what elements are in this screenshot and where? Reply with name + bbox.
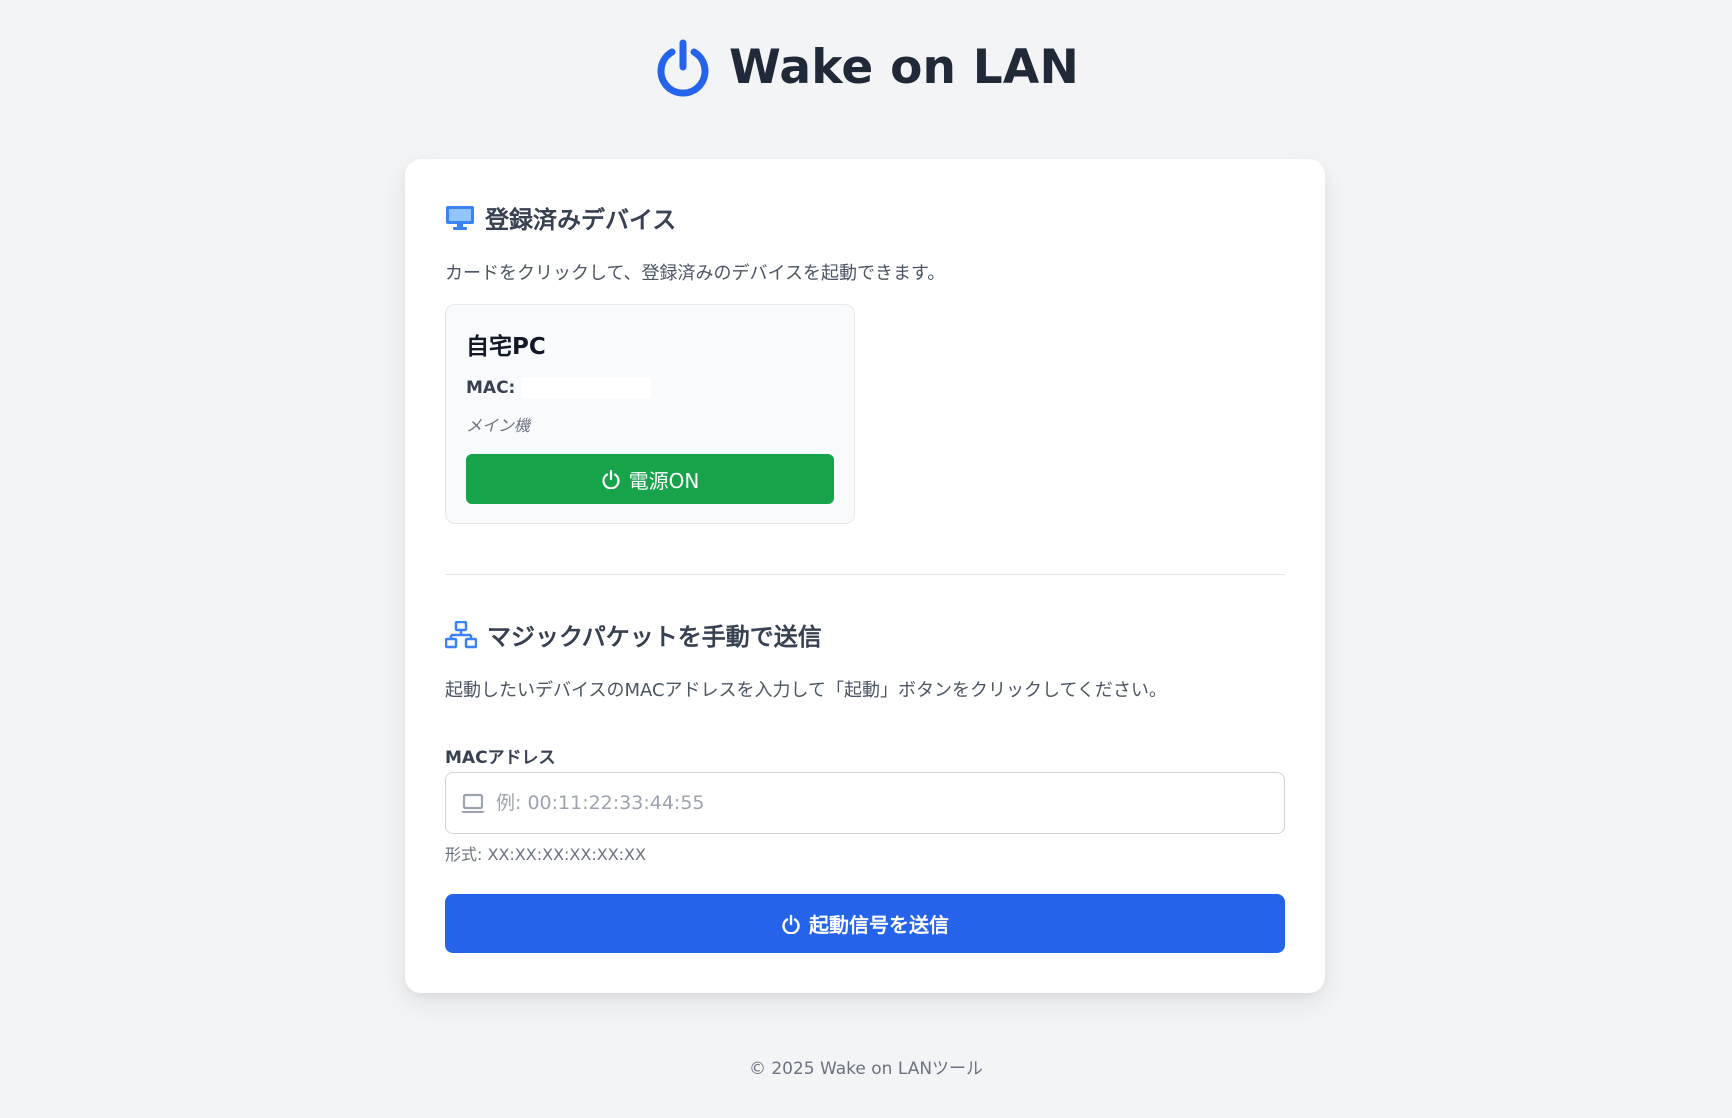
mac-input-wrapper [445,772,1285,834]
device-mac-value [521,377,652,399]
power-on-label: 電源ON [628,468,700,493]
network-icon [445,620,477,648]
device-card[interactable]: 自宅PC MAC: メイン機 電源ON [445,304,855,524]
manual-section-title: マジックパケットを手動で送信 [445,617,822,652]
power-icon [657,39,709,97]
power-icon [602,469,620,489]
mac-address-input[interactable] [446,773,1284,833]
footer: © 2025 Wake on LANツール [748,1059,984,1079]
device-mac-row: MAC: [466,377,652,399]
app-header: Wake on LAN [0,32,1732,102]
registered-section-title: 登録済みデバイス [445,200,676,235]
power-icon [782,914,800,934]
manual-description: 起動したいデバイスのMACアドレスを入力して「起動」ボタンをクリックしてください… [445,680,1167,701]
device-note: メイン機 [466,416,531,435]
app-title: Wake on LAN [728,39,1080,95]
registered-title-text: 登録済みデバイス [485,206,677,234]
send-wake-signal-label: 起動信号を送信 [809,913,949,937]
main-card: 登録済みデバイス カードをクリックして、登録済みのデバイスを起動できます。 自宅… [405,159,1325,993]
registered-description: カードをクリックして、登録済みのデバイスを起動できます。 [445,263,946,284]
device-name: 自宅PC [466,334,546,360]
monitor-icon [446,205,474,230]
manual-title-text: マジックパケットを手動で送信 [487,623,822,651]
power-on-button[interactable]: 電源ON [466,454,834,504]
send-wake-signal-button[interactable]: 起動信号を送信 [445,894,1285,953]
section-divider [445,574,1285,575]
laptop-icon [461,793,485,813]
mac-format-hint: 形式: XX:XX:XX:XX:XX:XX [445,845,646,864]
device-mac-label: MAC: [466,378,516,398]
mac-address-label: MACアドレス [445,748,556,768]
page: Wake on LAN 登録済みデバイス カードをクリックして、登録済みのデバイ… [0,0,1732,1118]
